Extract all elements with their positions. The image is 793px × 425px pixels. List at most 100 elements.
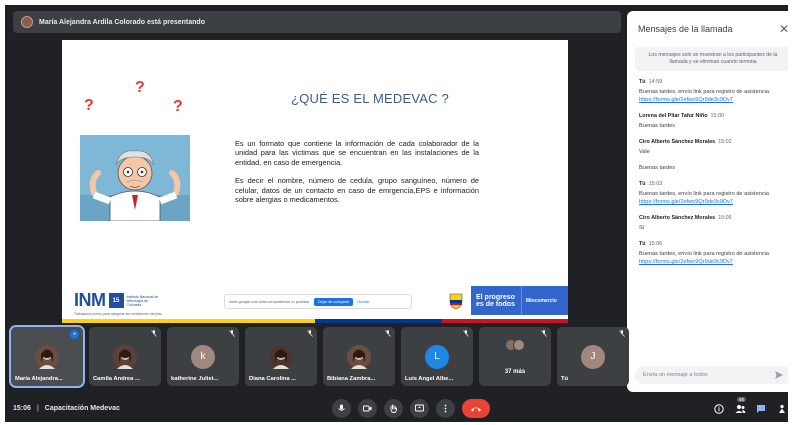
speaking-indicator-icon: • [70,330,79,339]
chat-sender: Tú [639,241,646,247]
chat-link[interactable]: https://forms.gle/2efwo9Qr9de3c9Dv7 [639,198,788,206]
chat-sender: Tú [639,181,646,187]
slide-footer: INM 15 Instituto Nacional de Metrología … [62,286,568,323]
participant-tile[interactable]: Diana Carolina ... [245,327,317,386]
more-vert-icon [444,404,447,413]
raise-hand-button[interactable] [384,399,403,418]
chat-message-text: Buenas tardes, envío link para registro … [639,251,769,257]
colombia-shield-icon [449,293,463,309]
mic-off-icon [307,330,313,339]
participant-name: katherine Juliet... [171,376,219,382]
share-status-text: meet.google.com está compartiendo tu pan… [229,299,311,304]
participant-name: Tú [561,376,569,382]
activities-button[interactable] [776,403,788,415]
avatar [347,344,371,369]
inm-logo-text: INM [74,290,106,310]
screen-share-bar: meet.google.com está compartiendo tu pan… [224,294,412,309]
leave-call-button[interactable] [462,399,490,418]
participant-tile[interactable]: 37 más [479,327,551,386]
hide-share-bar-button[interactable]: Ocultar [357,300,369,304]
people-button[interactable]: 46 [734,396,747,415]
chat-message-text: Buenas tardes, envío link para registro … [639,89,769,95]
avatar: J [581,344,605,369]
participant-tile[interactable]: Camila Andrea ... [89,327,161,386]
participant-name: Bibiana Zambra... [327,376,376,382]
avatar [35,344,59,369]
meeting-name: Capacitación Medevac [44,405,120,412]
mic-off-icon [541,330,547,339]
camera-icon [363,405,372,412]
more-options-button[interactable] [436,399,455,418]
avatar [269,344,293,369]
chat-sender: Ciro Alberto Sánchez Morales [639,215,716,221]
present-button[interactable] [410,399,429,418]
inm-tagline: Trabajando juntos para asegurar las medi… [74,312,163,316]
mic-off-icon [229,330,235,339]
meeting-info: 15:06 | Capacitación Medevac [13,405,120,412]
progreso-line-2: es de todos [476,300,515,308]
chat-message-header: Tú 15:06 [639,241,788,247]
participant-tile[interactable]: L Luis Angel Albe... [401,327,473,386]
meeting-separator: | [36,405,39,412]
doctor-illustration [80,135,190,221]
chat-message: Tú 14:59 Buenas tardes, envío link para re… [639,79,788,104]
camera-button[interactable] [358,399,377,418]
presenting-text: María Alejandra Ardila Colorado está pre… [39,18,205,26]
presentation-slide: ? ? ? ¿QUÉ ES EL MEDEVAC ? Es un formato… [62,40,568,323]
participant-tile[interactable]: Bibiana Zambra... [323,327,395,386]
chat-header: Mensajes de la llamada ✕ [627,11,788,47]
stop-sharing-button[interactable]: Dejar de compartir [314,297,354,306]
chat-icon [757,404,765,413]
chat-message: Tú 15:03 Buenas tardes, envío link para re… [639,181,788,206]
chat-message-text: Sí [639,225,645,231]
chat-input-placeholder: Envía un mensaje a todos [643,372,708,378]
mic-off-icon [151,330,157,339]
avatar [113,344,137,369]
call-controls [332,399,490,418]
chat-message-list: Tú 14:59 Buenas tardes, envío link para re… [627,71,788,266]
close-icon[interactable]: ✕ [779,22,788,36]
people-count-badge: 46 [737,396,747,402]
government-logos: El progreso es de todos Mincomercio [443,286,568,315]
send-icon[interactable] [775,371,783,379]
chat-title: Mensajes de la llamada [638,24,733,34]
participant-tiles: María Alejandra... • Camila Andrea ... k kat… [9,325,629,388]
chat-time: 15:02 [718,139,732,145]
mic-off-icon [619,330,625,339]
chat-time: 15:00 [710,113,725,119]
participant-tile[interactable]: María Alejandra... • [9,325,85,388]
participant-name: Camila Andrea ... [93,376,140,382]
chat-notice: Los mensajes solo se muestran a los part… [635,47,788,71]
slide-body: Es un formato que contiene la informació… [235,139,479,204]
inm-name: Instituto Nacional de Metrología de Colo… [126,294,159,307]
progreso-logo: El progreso es de todos [471,286,521,315]
participant-tile[interactable]: J Tú [557,327,629,386]
chat-message: Tú 15:06 Buenas tardes, envío link para re… [639,241,788,266]
participant-name: María Alejandra... [15,376,63,382]
hand-icon [390,404,397,413]
chat-link[interactable]: https://forms.gle/2efwo9Qr9de3c9Dv7 [639,258,788,266]
presenting-banner: María Alejandra Ardila Colorado está pre… [13,11,621,33]
chat-sender: Tú [639,79,646,85]
chat-button[interactable] [755,403,767,415]
chat-input[interactable]: Envía un mensaje a todos [635,366,788,384]
meeting-details-button[interactable] [713,403,725,415]
people-icon [735,404,745,413]
avatar: k [191,344,215,369]
meeting-time: 15:06 [13,405,31,412]
chat-link[interactable]: https://forms.gle/2efwo9Qr9de3c9Dv7 [639,96,788,104]
chat-message-header: Tú 15:03 [639,181,788,187]
slide-title: ¿QUÉ ES EL MEDEVAC ? [291,91,449,106]
chat-message-text: Buenas tardes [639,165,676,171]
avatar: L [425,344,449,369]
slide-paragraph-1: Es un formato que contiene la informació… [235,139,479,167]
participant-name: Diana Carolina ... [249,376,297,382]
chat-time: 15:03 [648,181,663,187]
chat-message: Ciro Alberto Sánchez Morales 15:02 Vale Bue… [639,139,788,172]
slide-paragraph-2: Es decir el nombre, número de cedula, gr… [235,176,479,205]
end-call-icon [471,407,481,411]
participant-tile[interactable]: k katherine Juliet... [167,327,239,386]
chat-sender: Ciro Alberto Sánchez Morales [639,139,716,145]
mic-button[interactable] [332,399,351,418]
mic-off-icon [463,330,469,339]
